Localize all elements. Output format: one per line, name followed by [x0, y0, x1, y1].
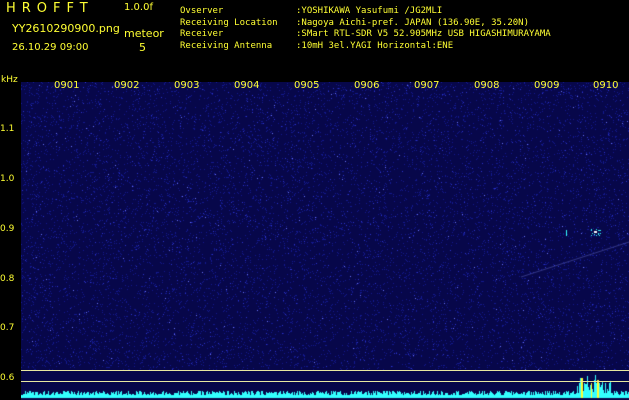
info-key: Receiver	[180, 29, 224, 39]
info-row: Receiver :SMart RTL-SDR V5 52.905MHz USB …	[180, 29, 551, 41]
info-key: Ovserver	[180, 6, 224, 16]
x-tick-label: 0909	[534, 80, 560, 91]
spectrogram-window: HROFFT 1.0.0f YY2610290900.png 26.10.29 …	[0, 0, 629, 400]
meteor-count: 5	[139, 41, 146, 54]
info-row: Receiving Antenna :10mH 3el.YAGI Horizont…	[180, 41, 551, 53]
x-tick-label: 0902	[114, 80, 140, 91]
reference-line	[21, 381, 629, 382]
x-tick-label: 0905	[294, 80, 320, 91]
x-tick-label: 0908	[474, 80, 500, 91]
spectrogram-plot	[21, 82, 629, 400]
x-tick-label: 0907	[414, 80, 440, 91]
y-tick-label: 1.0	[0, 174, 15, 184]
reference-line	[21, 370, 629, 371]
x-tick-label: 0903	[174, 80, 200, 91]
app-logo: HROFFT	[6, 1, 94, 16]
meteor-label: meteor	[124, 27, 164, 40]
y-tick-label: 1.1	[0, 124, 15, 134]
image-filename: YY2610290900.png	[12, 22, 120, 35]
y-tick-label: 0.9	[0, 224, 15, 234]
info-row: Receiving Location :Nagoya Aichi-pref. JA…	[180, 18, 551, 30]
info-key: Receiving Location	[180, 17, 278, 28]
x-tick-label: 0906	[354, 80, 380, 91]
y-tick-label: 0.8	[0, 274, 15, 284]
info-value: :YOSHIKAWA Yasufumi /JG2MLI	[296, 6, 443, 16]
info-row: Ovserver :YOSHIKAWA Yasufumi /JG2MLI	[180, 6, 551, 18]
x-tick-label: 0901	[54, 80, 80, 91]
info-value: :10mH 3el.YAGI Horizontal:ENE	[296, 40, 454, 51]
y-tick-label: 0.6	[0, 373, 15, 383]
capture-datetime: 26.10.29 09:00	[12, 42, 89, 53]
info-value: :Nagoya Aichi-pref. JAPAN (136.90E, 35.2…	[296, 17, 529, 28]
app-version: 1.0.0f	[124, 2, 153, 13]
frequency-unit-label: kHz	[1, 75, 18, 85]
info-value: :SMart RTL-SDR V5 52.905MHz USB HIGASHIM…	[296, 29, 551, 39]
spectrogram-noise	[21, 82, 629, 400]
x-tick-label: 0910	[593, 80, 619, 91]
y-tick-label: 0.7	[0, 323, 15, 333]
info-key: Receiving Antenna	[180, 40, 273, 51]
x-tick-label: 0904	[234, 80, 260, 91]
station-info: Ovserver :YOSHIKAWA Yasufumi /JG2MLI Rece…	[180, 6, 551, 52]
